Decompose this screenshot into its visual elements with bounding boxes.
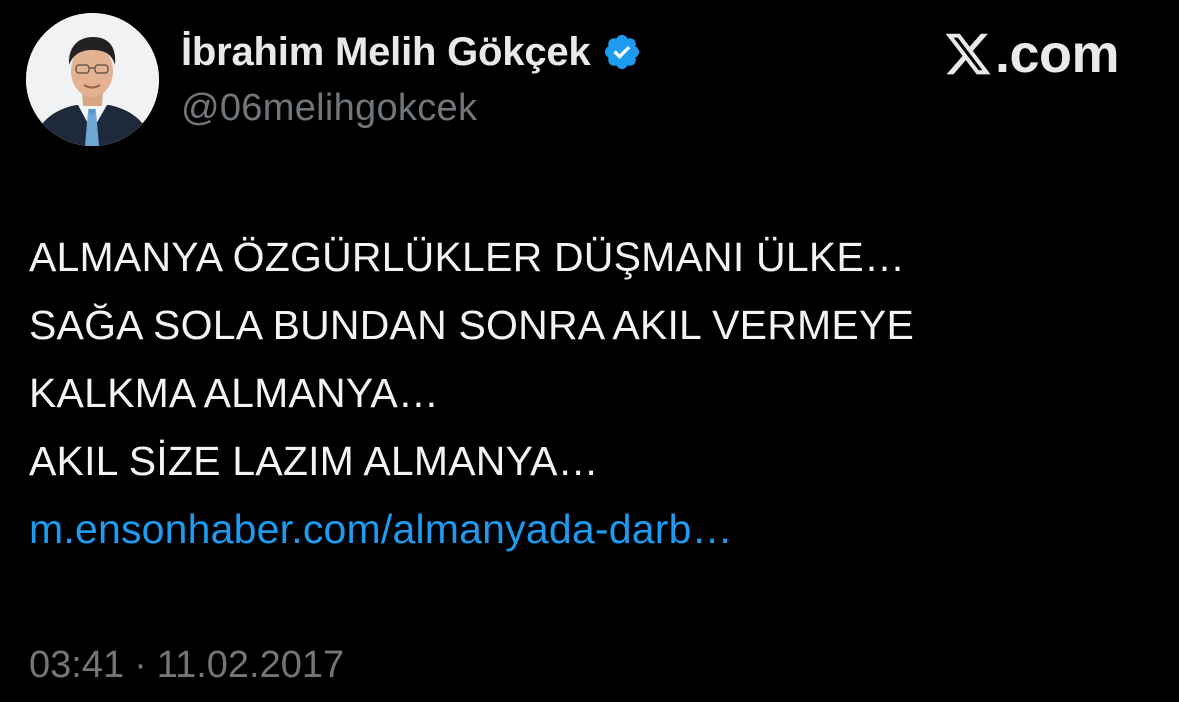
tweet-text-line: SAĞA SOLA BUNDAN SONRA AKIL VERMEYE [29, 302, 915, 348]
tweet-timestamp[interactable]: 03:41 · 11.02.2017 [29, 644, 344, 687]
author-name-row: İbrahim Melih Gökçek [181, 26, 642, 78]
tweet-text-line: KALKMA ALMANYA… [29, 370, 440, 416]
author-handle[interactable]: @06melihgokcek [181, 87, 477, 130]
x-brand: .com [943, 24, 1120, 84]
tweet-link[interactable]: m.ensonhaber.com/almanyada-darb… [29, 495, 1149, 563]
x-logo-icon [945, 33, 991, 75]
profile-photo-icon [26, 13, 159, 146]
tweet-text-line: ALMANYA ÖZGÜRLÜKLER DÜŞMANI ÜLKE… [29, 234, 906, 280]
author-display-name[interactable]: İbrahim Melih Gökçek [181, 30, 591, 75]
tweet-card: İbrahim Melih Gökçek @06melihgokcek .com… [0, 0, 1179, 702]
avatar[interactable] [26, 13, 159, 146]
timestamp-time: 03:41 [29, 644, 125, 686]
timestamp-separator: · [134, 644, 147, 686]
brand-domain-suffix: .com [994, 24, 1120, 84]
tweet-text: ALMANYA ÖZGÜRLÜKLER DÜŞMANI ÜLKE… SAĞA S… [29, 223, 1149, 563]
tweet-text-line: AKIL SİZE LAZIM ALMANYA… [29, 438, 599, 484]
verified-badge-icon [605, 34, 640, 70]
timestamp-date: 11.02.2017 [156, 644, 345, 686]
